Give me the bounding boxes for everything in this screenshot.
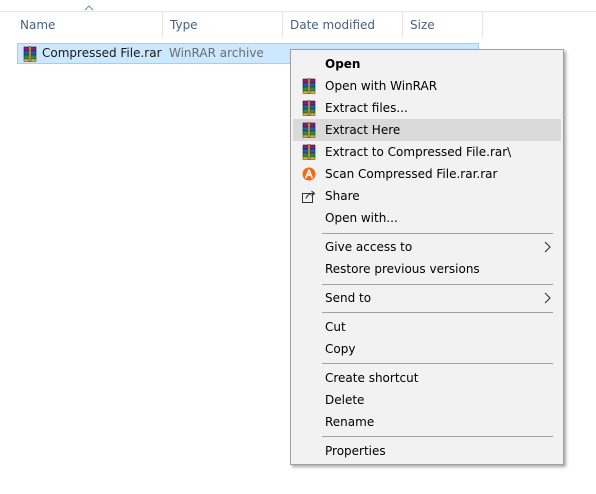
menu-item-label: Scan Compressed File.rar.rar	[325, 167, 498, 181]
menu-separator	[322, 436, 553, 437]
column-header-size[interactable]: Size	[402, 12, 482, 38]
menu-item-label: Share	[325, 189, 360, 203]
menu-item-label: Extract to Compressed File.rar\	[325, 145, 512, 159]
menu-item-label: Properties	[325, 444, 386, 458]
sort-ascending-icon	[84, 5, 94, 11]
menu-item-label: Open with...	[325, 211, 398, 225]
menu-item-label: Send to	[325, 291, 372, 305]
winrar-archive-icon	[22, 46, 38, 62]
menu-item-copy[interactable]: Copy	[293, 338, 561, 360]
menu-item-properties[interactable]: Properties	[293, 440, 561, 462]
menu-item-extract-to-folder[interactable]: Extract to Compressed File.rar\	[293, 141, 561, 163]
menu-item-restore-previous-versions[interactable]: Restore previous versions	[293, 258, 561, 280]
menu-item-create-shortcut[interactable]: Create shortcut	[293, 367, 561, 389]
menu-item-extract-files[interactable]: Extract files...	[293, 97, 561, 119]
column-header-name[interactable]: Name	[12, 12, 162, 38]
menu-item-open[interactable]: Open	[293, 53, 561, 75]
column-header-row: Name Type Date modified Size	[0, 0, 596, 38]
menu-item-label: Open with WinRAR	[325, 79, 438, 93]
menu-item-label: Extract Here	[325, 123, 401, 137]
menu-item-label: Rename	[325, 415, 375, 429]
menu-item-scan[interactable]: Scan Compressed File.rar.rar	[293, 163, 561, 185]
menu-item-label: Give access to	[325, 240, 413, 254]
menu-separator	[322, 312, 553, 313]
winrar-icon	[301, 144, 317, 160]
column-header-type[interactable]: Type	[162, 12, 282, 38]
menu-item-share[interactable]: Share	[293, 185, 561, 207]
column-header-date-modified[interactable]: Date modified	[282, 12, 402, 38]
menu-item-label: Copy	[325, 342, 356, 356]
menu-item-label: Cut	[325, 320, 346, 334]
menu-item-open-with-winrar[interactable]: Open with WinRAR	[293, 75, 561, 97]
column-divider[interactable]	[482, 12, 483, 38]
chevron-right-icon	[544, 241, 551, 253]
menu-item-open-with[interactable]: Open with...	[293, 207, 561, 229]
menu-separator	[322, 233, 553, 234]
winrar-icon	[301, 78, 317, 94]
winrar-icon	[301, 122, 317, 138]
menu-item-label: Create shortcut	[325, 371, 419, 385]
chevron-right-icon	[544, 292, 551, 304]
menu-item-label: Restore previous versions	[325, 262, 480, 276]
share-icon	[302, 190, 316, 203]
menu-separator	[322, 363, 553, 364]
menu-item-extract-here[interactable]: Extract Here	[293, 119, 561, 141]
file-type: WinRAR archive	[169, 46, 264, 60]
menu-item-label: Extract files...	[325, 101, 408, 115]
menu-item-rename[interactable]: Rename	[293, 411, 561, 433]
menu-separator	[322, 284, 553, 285]
menu-item-send-to[interactable]: Send to	[293, 287, 561, 309]
menu-item-label: Open	[325, 57, 361, 71]
context-menu: Open Open with WinRAR Extract files... E…	[290, 49, 564, 465]
menu-item-give-access-to[interactable]: Give access to	[293, 236, 561, 258]
file-name: Compressed File.rar	[42, 46, 162, 60]
winrar-icon	[301, 100, 317, 116]
menu-item-delete[interactable]: Delete	[293, 389, 561, 411]
menu-item-cut[interactable]: Cut	[293, 316, 561, 338]
avast-icon	[302, 167, 316, 181]
menu-item-label: Delete	[325, 393, 365, 407]
